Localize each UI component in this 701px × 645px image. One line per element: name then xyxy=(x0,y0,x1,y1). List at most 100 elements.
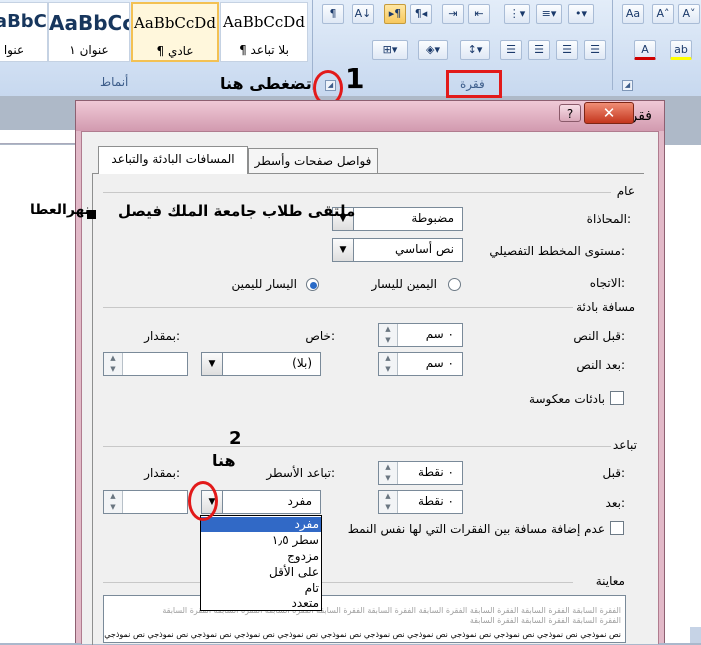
style-sample: AaBbCcDd xyxy=(134,14,216,32)
style-heading-2[interactable]: AaBbCc عنوا xyxy=(0,2,48,62)
rtl-label: اليمين لليسار xyxy=(371,277,437,291)
style-label: ¶ عادي xyxy=(156,44,194,58)
document-page[interactable] xyxy=(0,145,76,643)
bullets-button[interactable]: •▾ xyxy=(568,4,594,24)
spacing-at-spinner[interactable]: ▲ ▼ xyxy=(103,490,188,514)
justify-button[interactable]: ☰ xyxy=(500,40,522,60)
spacing-before-label: قبل: xyxy=(602,466,626,480)
step-1-number: 1 xyxy=(345,62,365,95)
grow-font-button[interactable]: A˄ xyxy=(652,4,674,24)
shading-button[interactable]: ◈▾ xyxy=(418,40,448,60)
spin-up-icon[interactable]: ▲ xyxy=(379,324,397,335)
document-page[interactable] xyxy=(663,145,701,643)
spinner-arrows[interactable]: ▲ ▼ xyxy=(379,353,398,375)
mirror-indents-checkbox[interactable] xyxy=(610,391,624,405)
style-label: عنوا xyxy=(3,43,25,57)
outline-level-value: نص أساسي xyxy=(395,242,454,256)
decrease-indent-button[interactable]: ⇤ xyxy=(468,4,490,24)
style-normal[interactable]: AaBbCcDd ¶ عادي xyxy=(131,2,219,62)
spin-down-icon[interactable]: ▼ xyxy=(379,335,397,346)
chevron-down-icon[interactable]: ▼ xyxy=(202,353,223,375)
line-spacing-select[interactable]: ▼ مفرد xyxy=(201,490,321,514)
show-marks-button[interactable]: ¶ xyxy=(322,4,344,24)
group-divider xyxy=(312,0,313,90)
help-button[interactable]: ? xyxy=(559,104,581,122)
spinner-arrows[interactable]: ▲ ▼ xyxy=(379,462,398,484)
option-multiple[interactable]: متعدد xyxy=(201,596,321,611)
style-no-spacing[interactable]: AaBbCcDd ¶ بلا تباعد xyxy=(220,2,308,62)
indent-after-label: بعد النص: xyxy=(576,358,625,372)
line-spacing-button[interactable]: ↕▾ xyxy=(460,40,490,60)
ruler xyxy=(0,130,80,144)
ltr-radio[interactable] xyxy=(306,278,319,291)
style-heading-1[interactable]: AaBbCc عنوان ١ xyxy=(48,2,130,62)
spacing-at-label: بمقدار: xyxy=(144,466,180,480)
author-signature: نهرالعطا xyxy=(30,202,91,218)
forum-watermark: ملتقى طلاب جامعة الملك فيصل xyxy=(118,202,356,220)
font-color-button[interactable]: A xyxy=(634,40,656,60)
spinner-arrows[interactable]: ▲ ▼ xyxy=(379,324,398,346)
rtl-radio[interactable] xyxy=(448,278,461,291)
spinner-arrows[interactable]: ▲ ▼ xyxy=(379,491,398,513)
line-spacing-value: مفرد xyxy=(287,494,312,508)
spin-down-icon[interactable]: ▼ xyxy=(104,364,122,375)
special-select[interactable]: ▼ (بلا) xyxy=(201,352,321,376)
spin-up-icon[interactable]: ▲ xyxy=(379,462,397,473)
numbering-button[interactable]: ≡▾ xyxy=(536,4,562,24)
spin-up-icon[interactable]: ▲ xyxy=(379,353,397,364)
sort-button[interactable]: A↓ xyxy=(352,4,374,24)
spin-down-icon[interactable]: ▼ xyxy=(379,473,397,484)
indent-before-spinner[interactable]: ▲ ▼ ٠ سم xyxy=(378,323,463,347)
spacing-after-spinner[interactable]: ▲ ▼ ٠ نقطة xyxy=(378,490,463,514)
status-bar xyxy=(690,627,701,643)
tab-line-page-breaks[interactable]: فواصل صفحات وأسطر xyxy=(248,148,378,173)
increase-indent-button[interactable]: ⇥ xyxy=(442,4,464,24)
spin-down-icon[interactable]: ▼ xyxy=(379,364,397,375)
multilevel-list-button[interactable]: ⋮▾ xyxy=(504,4,530,24)
option-at-least[interactable]: على الأقل xyxy=(201,565,321,580)
spinner-arrows[interactable]: ▲ ▼ xyxy=(104,353,123,375)
option-1-5-lines[interactable]: سطر ١٫٥ xyxy=(201,533,321,548)
tab-indents-spacing[interactable]: المسافات البادئة والتباعد xyxy=(98,146,248,174)
indent-after-value: ٠ سم xyxy=(425,356,454,370)
spin-up-icon[interactable]: ▲ xyxy=(104,353,122,364)
indent-by-spinner[interactable]: ▲ ▼ xyxy=(103,352,188,376)
indent-before-label: قبل النص: xyxy=(573,329,625,343)
mirror-indents-label: بادئات معكوسة xyxy=(529,392,605,406)
option-single[interactable]: مفرد xyxy=(201,517,321,532)
indentation-heading: مسافة بادئة xyxy=(576,300,635,314)
ltr-label: اليسار لليمين xyxy=(231,277,297,291)
indent-before-value: ٠ سم xyxy=(425,327,454,341)
highlight-button[interactable]: ab xyxy=(670,40,692,60)
spin-up-icon[interactable]: ▲ xyxy=(104,491,122,502)
alignment-value: مضبوطة xyxy=(411,211,454,225)
dont-add-space-checkbox[interactable] xyxy=(610,521,624,535)
align-right-button[interactable]: ☰ xyxy=(528,40,550,60)
spinner-arrows[interactable]: ▲ ▼ xyxy=(104,491,123,513)
outline-level-select[interactable]: ▼ نص أساسي xyxy=(332,238,463,262)
spin-up-icon[interactable]: ▲ xyxy=(379,491,397,502)
tab-label: فواصل صفحات وأسطر xyxy=(254,154,372,168)
indent-by-label: بمقدار: xyxy=(144,329,180,343)
style-sample: AaBbCc xyxy=(0,11,47,32)
align-left-button[interactable]: ☰ xyxy=(584,40,606,60)
spacing-before-value: ٠ نقطة xyxy=(418,465,454,479)
shrink-font-button[interactable]: A˅ xyxy=(678,4,700,24)
center-button[interactable]: ☰ xyxy=(556,40,578,60)
change-case-icon[interactable]: Aa xyxy=(622,4,644,24)
spacing-before-spinner[interactable]: ▲ ▼ ٠ نقطة xyxy=(378,461,463,485)
general-heading: عام xyxy=(616,184,635,198)
step-2-number: 2 xyxy=(229,428,242,449)
spin-down-icon[interactable]: ▼ xyxy=(379,502,397,513)
option-double[interactable]: مزدوج xyxy=(201,549,321,564)
indent-after-spinner[interactable]: ▲ ▼ ٠ سم xyxy=(378,352,463,376)
ltr-direction-button[interactable]: ¶◂ xyxy=(410,4,432,24)
close-button[interactable]: ✕ xyxy=(584,102,634,124)
step-2-text: هنا xyxy=(212,451,236,470)
paragraph-dialog-launcher[interactable]: ◢ xyxy=(622,80,633,91)
chevron-down-icon[interactable]: ▼ xyxy=(333,239,354,261)
option-exactly[interactable]: تام xyxy=(201,581,321,596)
spin-down-icon[interactable]: ▼ xyxy=(104,502,122,513)
borders-button[interactable]: ⊞▾ xyxy=(372,40,408,60)
rtl-direction-button[interactable]: ▸¶ xyxy=(384,4,406,24)
